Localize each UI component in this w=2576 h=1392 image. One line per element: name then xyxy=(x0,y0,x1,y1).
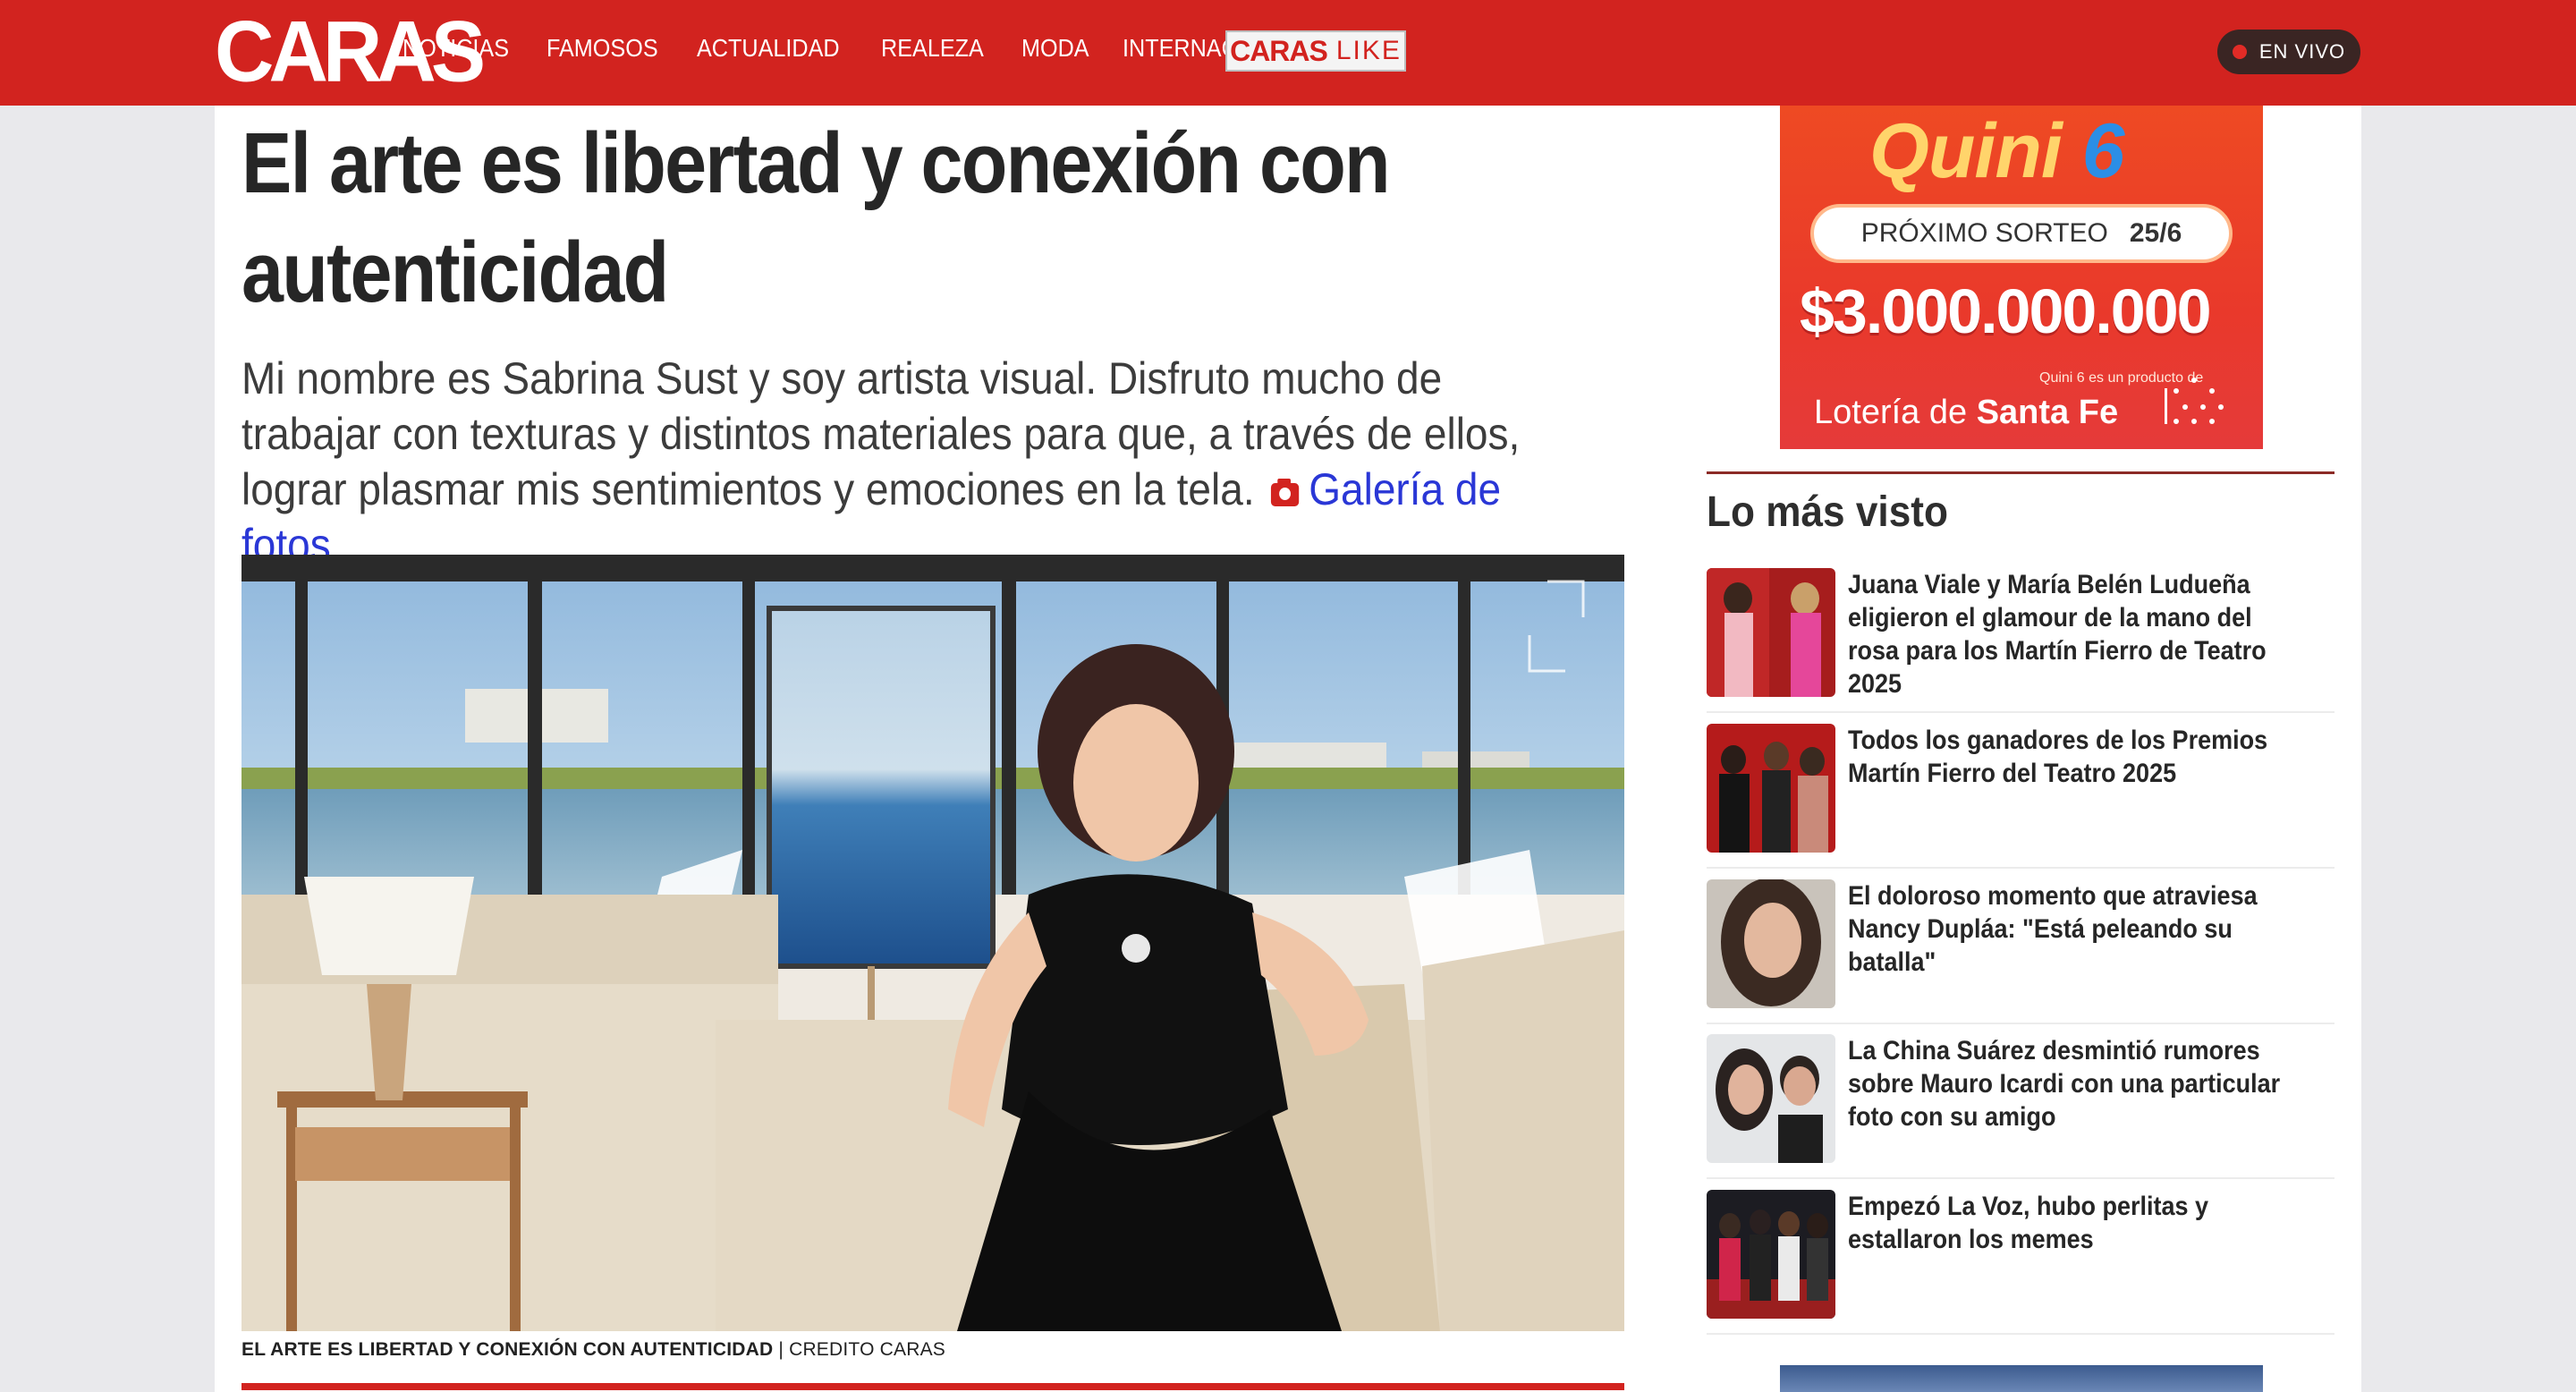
lottery-dots-icon xyxy=(2165,370,2231,428)
caras-like-button[interactable]: CARAS LIKE xyxy=(1225,30,1406,72)
most-viewed-thumbnail[interactable] xyxy=(1707,724,1835,853)
nav-item-actualidad[interactable]: ACTUALIDAD xyxy=(697,34,840,63)
most-viewed-item[interactable]: Todos los ganadores de los Premios Martí… xyxy=(1707,724,2334,878)
item-separator xyxy=(1707,1333,2334,1335)
most-viewed-thumbnail[interactable] xyxy=(1707,568,1835,697)
nav-item-realeza[interactable]: REALEZA xyxy=(881,34,984,63)
main-nav: NOTICIAS FAMOSOS ACTUALIDAD REALEZA MODA… xyxy=(402,34,1326,63)
item-separator xyxy=(1707,711,2334,713)
most-viewed-item[interactable]: Empezó La Voz, hubo perlitas y estallaro… xyxy=(1707,1190,2334,1344)
article-headline: El arte es libertad y conexión con auten… xyxy=(242,115,1391,320)
article-main-photo[interactable] xyxy=(242,555,1624,1331)
photo-caption: EL ARTE ES LIBERTAD Y CONEXIÓN CON AUTEN… xyxy=(242,1339,945,1361)
most-viewed-item[interactable]: Juana Viale y María Belén Ludueña eligie… xyxy=(1707,568,2334,722)
nav-item-moda[interactable]: MODA xyxy=(1021,34,1089,63)
nav-item-noticias[interactable]: NOTICIAS xyxy=(402,34,509,63)
caras-like-part2: LIKE xyxy=(1335,36,1402,65)
most-viewed-thumbnail[interactable] xyxy=(1707,879,1835,1008)
most-viewed-item[interactable]: El doloroso momento que atraviesa Nancy … xyxy=(1707,879,2334,1033)
most-viewed-divider xyxy=(1707,471,2334,474)
caption-credit: | CREDITO CARAS xyxy=(778,1339,945,1360)
live-dot-icon xyxy=(2232,45,2247,59)
camera-icon xyxy=(1270,479,1300,506)
live-label: EN VIVO xyxy=(2258,40,2346,63)
most-viewed-title-text[interactable]: El doloroso momento que atraviesa Nancy … xyxy=(1848,879,2299,979)
most-viewed-title-text[interactable]: Empezó La Voz, hubo perlitas y estallaro… xyxy=(1848,1190,2299,1256)
live-button[interactable]: EN VIVO xyxy=(2217,30,2360,74)
quini6-ad[interactable]: Quini 6 PRÓXIMO SORTEO 25/6 $3.000.000.0… xyxy=(1780,106,2263,449)
ad-next-date: 25/6 xyxy=(2129,218,2182,248)
item-separator xyxy=(1707,1177,2334,1179)
item-separator xyxy=(1707,1023,2334,1024)
ad-next-draw-pill: PRÓXIMO SORTEO 25/6 xyxy=(1810,204,2233,263)
ad-next-label: PRÓXIMO SORTEO xyxy=(1860,218,2108,248)
item-separator xyxy=(1707,867,2334,869)
most-viewed-title-text[interactable]: Juana Viale y María Belén Ludueña eligie… xyxy=(1848,568,2299,700)
ad-amount: $3.000.000.000 xyxy=(1800,276,2212,346)
ad-lottery: Lotería de Santa Fe xyxy=(1814,394,2119,431)
photo-illustration xyxy=(242,555,1624,1331)
article-lead: Mi nombre es Sabrina Sust y soy artista … xyxy=(242,351,1574,573)
most-viewed-thumbnail[interactable] xyxy=(1707,1034,1835,1163)
most-viewed-title: Lo más visto xyxy=(1707,488,1948,536)
most-viewed-title-text[interactable]: La China Suárez desmintió rumores sobre … xyxy=(1848,1034,2299,1133)
most-viewed-title-text[interactable]: Todos los ganadores de los Premios Martí… xyxy=(1848,724,2299,790)
top-navigation-bar: CARAS NOTICIAS FAMOSOS ACTUALIDAD REALEZ… xyxy=(0,0,2576,106)
section-divider-red xyxy=(242,1383,1624,1390)
ad-brand: Quini 6 xyxy=(1869,108,2124,194)
bottom-ad-banner[interactable] xyxy=(1780,1365,2263,1392)
caption-title: EL ARTE ES LIBERTAD Y CONEXIÓN CON AUTEN… xyxy=(242,1339,774,1360)
most-viewed-item[interactable]: La China Suárez desmintió rumores sobre … xyxy=(1707,1034,2334,1188)
most-viewed-thumbnail[interactable] xyxy=(1707,1190,1835,1319)
nav-item-famosos[interactable]: FAMOSOS xyxy=(547,34,658,63)
caras-like-part1: CARAS xyxy=(1230,34,1328,67)
